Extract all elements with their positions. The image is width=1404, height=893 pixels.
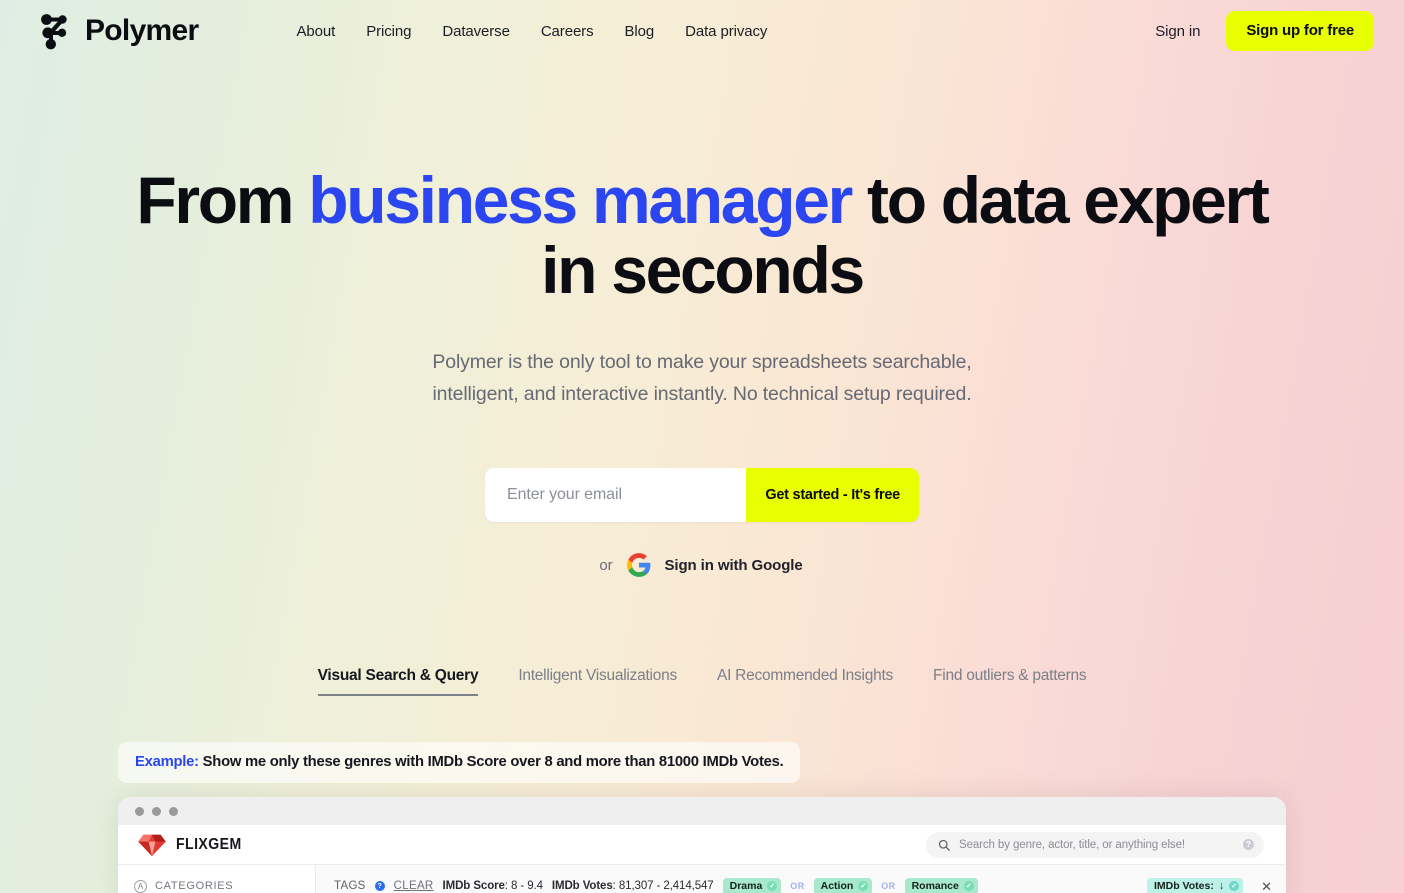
hero-section: From business manager to data expert in … [0, 62, 1404, 696]
genre-chip-label: Action [820, 880, 854, 892]
subtitle-line-1: Polymer is the only tool to make your sp… [432, 351, 972, 373]
sign-up-button[interactable]: Sign up for free [1226, 11, 1374, 51]
example-text: Show me only these genres with IMDb Scor… [198, 754, 784, 770]
mockup-titlebar [118, 797, 1286, 825]
feature-tabs: Visual Search & Query Intelligent Visual… [0, 667, 1404, 696]
google-signin-button[interactable]: Sign in with Google [624, 548, 805, 582]
check-icon: ✓ [767, 881, 778, 891]
nav-link-data-privacy[interactable]: Data privacy [685, 23, 767, 40]
imdb-score-label: IMDb Score [442, 880, 505, 892]
search-icon [938, 839, 950, 851]
mockup-search-placeholder: Search by genre, actor, title, or anythi… [959, 838, 1185, 851]
mockup-filter-bar: TAGS ? CLEAR IMDb Score: 8 - 9.4 IMDb Vo… [316, 865, 1286, 893]
mockup-search-bar[interactable]: Search by genre, actor, title, or anythi… [926, 831, 1264, 858]
imdb-score-filter[interactable]: IMDb Score: 8 - 9.4 [443, 880, 543, 892]
tab-ai-recommended-insights[interactable]: AI Recommended Insights [717, 667, 893, 696]
close-x-icon[interactable]: ✕ [1261, 880, 1272, 893]
sort-direction-arrow-icon: ↓ [1218, 880, 1225, 892]
get-started-button[interactable]: Get started - It's free [746, 468, 919, 522]
nav-links: About Pricing Dataverse Careers Blog Dat… [297, 23, 768, 40]
nav-link-blog[interactable]: Blog [624, 23, 654, 40]
app-mockup: FLIXGEM Search by genre, actor, title, o… [118, 797, 1286, 893]
example-banner: Example: Show me only these genres with … [118, 742, 801, 783]
window-dot-minimize [152, 806, 161, 816]
email-input[interactable] [485, 468, 747, 522]
genre-chip-romance[interactable]: Romance ✓ [904, 877, 978, 893]
clear-filters-link[interactable]: CLEAR [394, 880, 434, 892]
check-icon: ✓ [858, 881, 869, 891]
brand-name: Polymer [85, 14, 199, 47]
genre-chip-label: Drama [729, 880, 763, 892]
genre-chip-action[interactable]: Action ✓ [813, 877, 873, 893]
sort-chip-imdb-votes[interactable]: IMDb Votes: ↓ ✓ [1146, 877, 1244, 893]
top-navbar: Polymer About Pricing Dataverse Careers … [0, 0, 1404, 62]
nav-link-about[interactable]: About [297, 23, 336, 40]
or-label: or [599, 556, 613, 574]
window-dot-close [135, 806, 144, 816]
brand-logo[interactable]: Polymer [38, 12, 199, 50]
subtitle-line-2: intelligent, and interactive instantly. … [432, 383, 972, 405]
imdb-votes-filter[interactable]: IMDb Votes: 81,307 - 2,414,547 [552, 880, 714, 892]
google-g-icon [626, 553, 650, 577]
mockup-sidebar: A CATEGORIES [118, 865, 316, 893]
tab-intelligent-visualizations[interactable]: Intelligent Visualizations [518, 667, 677, 696]
or-separator-1: OR [790, 881, 805, 891]
email-signup-form: Get started - It's free [485, 468, 919, 522]
page-title: From business manager to data expert in … [122, 165, 1282, 305]
red-gem-icon [138, 834, 166, 856]
nav-link-pricing[interactable]: Pricing [366, 23, 411, 40]
example-label: Example: [135, 754, 199, 770]
headline-accent: business manager [308, 163, 853, 237]
imdb-votes-value: : 81,307 - 2,414,547 [612, 880, 714, 892]
node-graph-icon [41, 14, 67, 50]
nav-link-careers[interactable]: Careers [541, 23, 594, 40]
tab-visual-search-query[interactable]: Visual Search & Query [317, 667, 479, 696]
question-mark-icon[interactable]: ? [1243, 839, 1254, 850]
check-icon: ✓ [963, 881, 974, 891]
imdb-score-value: : 8 - 9.4 [504, 880, 543, 892]
mockup-app-header: FLIXGEM Search by genre, actor, title, o… [118, 825, 1286, 865]
nav-link-dataverse[interactable]: Dataverse [442, 23, 510, 40]
sidebar-categories-label: CATEGORIES [155, 880, 234, 892]
mockup-app-name: FLIXGEM [176, 835, 242, 853]
hero-subtitle: Polymer is the only tool to make your sp… [0, 346, 1404, 410]
or-separator-2: OR [881, 881, 896, 891]
google-signin-label: Sign in with Google [664, 556, 803, 574]
tags-label: TAGS [334, 880, 366, 892]
headline-part-1: From [136, 163, 309, 237]
genre-chip-drama[interactable]: Drama ✓ [722, 877, 782, 893]
sign-in-link[interactable]: Sign in [1155, 23, 1200, 40]
google-signin-row: or Sign in with Google [0, 548, 1404, 582]
sort-chip-label: IMDb Votes: [1153, 880, 1214, 892]
window-dot-maximize [169, 806, 178, 816]
circle-a-icon: A [134, 879, 147, 893]
imdb-votes-label: IMDb Votes [551, 880, 613, 892]
example-banner-wrap: Example: Show me only these genres with … [118, 742, 1286, 783]
mockup-body: A CATEGORIES TAGS ? CLEAR IMDb Score: 8 … [118, 865, 1286, 893]
tab-find-outliers-patterns[interactable]: Find outliers & patterns [933, 667, 1087, 696]
nav-actions: Sign in Sign up for free [1155, 11, 1374, 51]
genre-chip-label: Romance [911, 880, 959, 892]
check-icon: ✓ [1229, 881, 1240, 891]
tags-question-mark-icon[interactable]: ? [374, 881, 385, 891]
